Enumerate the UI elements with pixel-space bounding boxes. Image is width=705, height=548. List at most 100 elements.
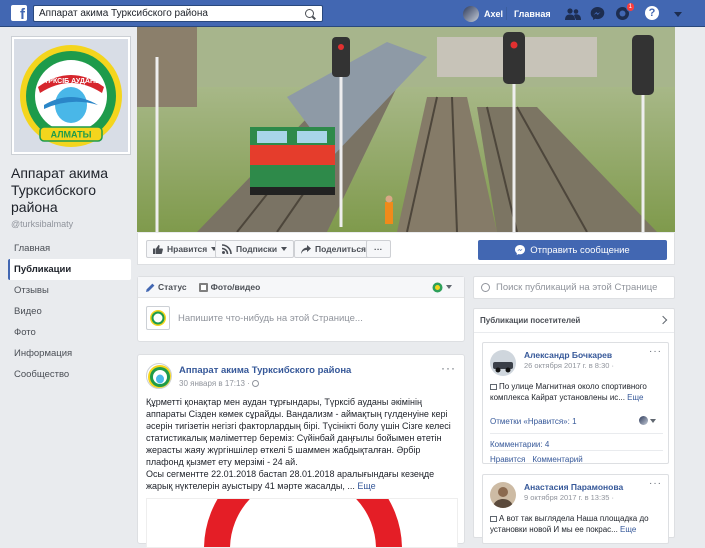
divider [506,7,507,20]
feed-post: Аппарат акима Турксибского района 30 янв… [137,354,465,548]
composer-input[interactable]: Напишите что-нибудь на этой Странице... [178,313,363,324]
audience-selector[interactable] [432,282,452,293]
share-button[interactable]: Поделиться [294,240,374,258]
nav-item-home[interactable]: Главная [8,238,131,259]
post-date: 30 января в 17:13 · [179,379,250,388]
visitor-post-date[interactable]: 26 октября 2017 г. в 8:30 · [524,361,614,370]
thumbs-up-icon [153,244,163,254]
messenger-icon[interactable] [589,5,606,22]
tab-status[interactable]: Статус [146,282,187,292]
visitor-post-text: По улице Магнитная около спортивного ком… [490,381,665,403]
visitor-posts-title[interactable]: Публикации посетителей [474,309,674,333]
nav-item-reviews[interactable]: Отзывы [8,280,131,301]
search-icon[interactable] [305,9,314,18]
avatar[interactable] [146,363,172,389]
search-input-value: Аппарат акима Турксибского района [39,8,208,19]
friend-requests-icon[interactable] [564,5,581,22]
visitor-post-date[interactable]: 9 октября 2017 г. в 13:35 · [524,493,614,502]
svg-text:ТҮРКСІБ АУДАНЫ: ТҮРКСІБ АУДАНЫ [40,78,102,85]
comments-count-link[interactable]: Комментарии: 4 [490,433,663,449]
post-timestamp[interactable]: 30 января в 17:13 · [179,379,351,388]
post-options-button[interactable]: ··· [649,478,662,489]
like-button[interactable]: Нравится [490,455,525,464]
see-more-link[interactable]: Еще [357,481,375,491]
nav-item-videos[interactable]: Видео [8,301,131,322]
page-avatar-icon [432,282,443,292]
top-icons: 1 [564,2,635,22]
visitor-posts-box: Публикации посетителей Александр Бочкаре… [473,308,675,544]
composer-tabs: Статус Фото/видео [138,277,464,298]
post-text-tail: мәрте жасалды, ... [274,481,358,491]
car-photo-icon [490,350,516,376]
nav-item-posts[interactable]: Публикации [8,259,131,280]
visitor-post-text: А вот так выглядела Наша площадка до уст… [490,513,665,535]
nav-item-community[interactable]: Сообщество [8,364,131,385]
likes-count-link[interactable]: Отметки «Нравится»: 1 [490,417,577,426]
post-composer: Статус Фото/видео Напишите что-нибудь на… [137,276,465,342]
follow-label: Подписки [236,244,278,254]
post-text: Құрметті қонақтар мен аудан тұрғындары, … [146,396,458,492]
photo-icon [490,515,497,522]
reaction-selector[interactable] [639,416,656,425]
visitor-name[interactable]: Анастасия Парамонова [524,482,623,492]
person-photo-icon [490,482,516,508]
page-nav: Главная Публикации Отзывы Видео Фото Инф… [8,238,131,385]
globe-icon [252,380,260,388]
home-link[interactable]: Главная [514,9,551,19]
help-icon[interactable]: ? [645,6,659,20]
nav-item-photos[interactable]: Фото [8,322,131,343]
composer-body[interactable]: Напишите что-нибудь на этой Странице... [138,298,464,338]
page-handle[interactable]: @turksibalmaty [11,219,73,229]
post-text-count: 41 [264,481,275,491]
search-input[interactable]: Аппарат акима Турксибского района [33,5,323,22]
notifications-icon[interactable]: 1 [614,2,635,22]
profile-link[interactable]: Axel [463,5,503,22]
avatar[interactable] [490,482,516,508]
post-image[interactable] [146,498,458,548]
district-emblem-icon: АЛМАТЫ ТҮРКСІБ АУДАНЫ [14,39,128,152]
post-options-button[interactable]: ··· [441,361,456,375]
like-page-button[interactable]: Нравится [146,240,225,258]
post-options-button[interactable]: ··· [649,346,662,357]
avatar [146,306,170,330]
photo-icon [490,383,497,390]
page-emblem-icon [148,365,171,388]
visitor-post-card: Анастасия Парамонова 9 октября 2017 г. в… [482,474,669,544]
photo-icon [198,282,208,292]
visitor-post-card: Александр Бочкарев 26 октября 2017 г. в … [482,342,669,464]
tab-photo-label: Фото/видео [210,282,261,292]
chevron-down-icon [281,247,288,251]
visitor-name[interactable]: Александр Бочкарев [524,350,612,360]
send-message-label: Отправить сообщение [530,244,630,256]
see-more-link[interactable]: Еще [627,393,643,402]
cover-photo[interactable] [137,27,675,232]
share-icon [301,244,311,254]
see-more-link[interactable]: Еще [620,525,636,534]
tab-photo-video[interactable]: Фото/видео [198,282,261,292]
share-label: Поделиться [315,244,367,254]
visitor-post-actions: Нравится Комментарий [490,450,663,464]
chevron-down-icon[interactable] [674,12,682,17]
follow-button[interactable]: Подписки [215,240,295,258]
avatar [463,5,479,22]
page-profile-picture[interactable]: АЛМАТЫ ТҮРКСІБ АУДАНЫ [11,36,131,155]
send-message-button[interactable]: Отправить сообщение [478,240,667,260]
page-title[interactable]: Аппарат акима Турксибского района [11,165,133,216]
comment-button[interactable]: Комментарий [532,455,582,464]
messenger-icon [515,245,526,255]
avatar[interactable] [490,350,516,376]
page-search-input[interactable]: Поиск публикаций на этой Странице [473,276,675,299]
svg-text:АЛМАТЫ: АЛМАТЫ [51,130,92,140]
post-author[interactable]: Аппарат акима Турксибского района [179,365,351,376]
post-header: Аппарат акима Турксибского района 30 янв… [146,363,351,389]
rss-icon [222,244,232,254]
post-text-body: Құрметті қонақтар мен аудан тұрғындары, … [146,397,451,467]
facebook-logo-icon[interactable]: f [11,5,27,21]
notification-badge: 1 [625,2,635,12]
page-search-placeholder: Поиск публикаций на этой Странице [496,282,658,293]
nav-item-about[interactable]: Информация [8,343,131,364]
chevron-down-icon [446,285,452,289]
more-actions-button[interactable]: ··· [366,240,391,258]
visitor-post-body: По улице Магнитная около спортивного ком… [490,382,647,402]
avatar [639,416,648,425]
